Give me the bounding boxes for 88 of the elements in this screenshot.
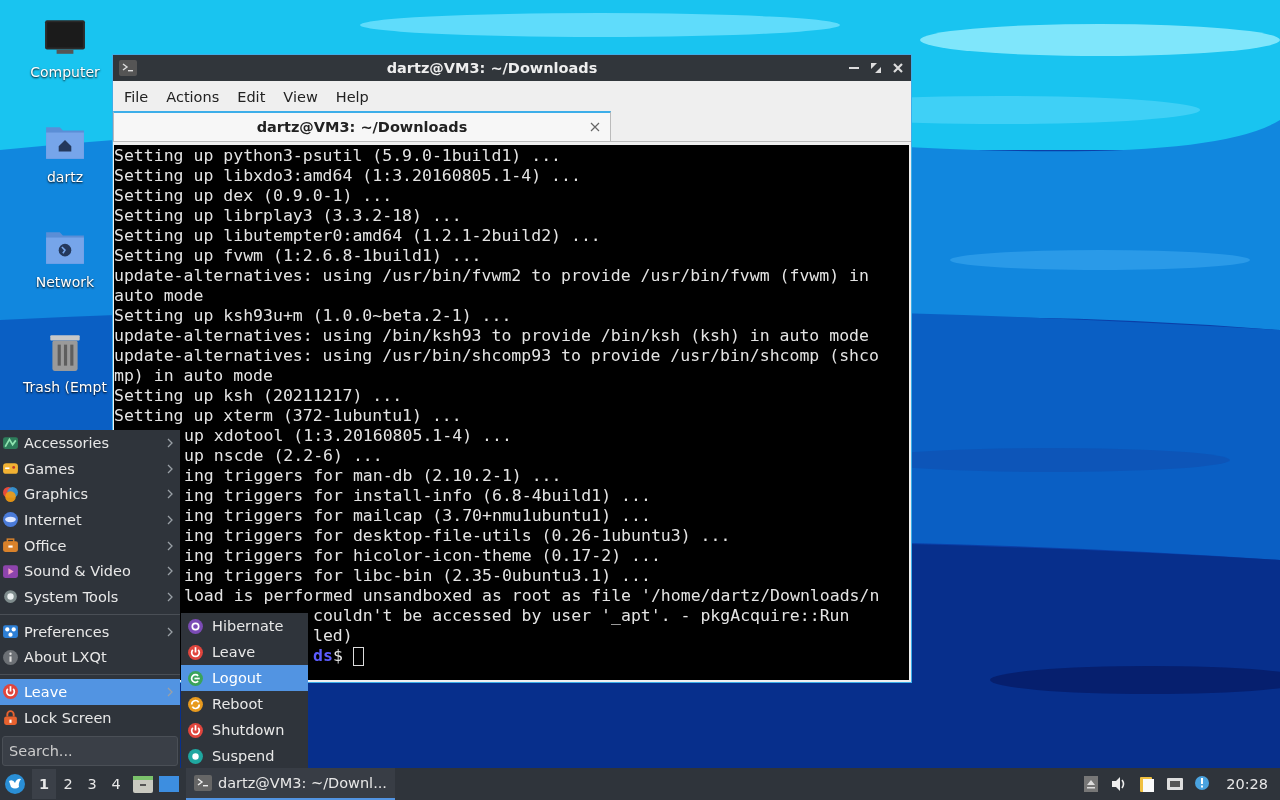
terminal-line: Setting up python3-psutil (5.9.0-1build1) ...: [114, 146, 562, 165]
terminal-line: Setting up ksh93u+m (1.0.0~beta.2-1) ...: [114, 306, 512, 325]
terminal-line: ing triggers for libc-bin (2.35-0ubuntu3.1) ...: [184, 566, 651, 585]
globe-icon: [2, 511, 19, 529]
close-icon[interactable]: [590, 122, 600, 132]
menu-item[interactable]: Office: [0, 532, 180, 559]
terminal-line: Setting up librplay3 (3.3.2-18) ...: [114, 206, 462, 225]
logout-icon: [187, 669, 204, 687]
hibernate-icon: [187, 617, 204, 635]
dots-icon: [2, 623, 19, 640]
menu-item[interactable]: Internet: [0, 507, 180, 533]
menu-item[interactable]: About LXQt: [0, 644, 180, 671]
menu-item[interactable]: Reboot: [181, 691, 308, 717]
terminal-line: Setting up ksh (20211217) ...: [114, 386, 403, 405]
terminal-line: Setting up xterm (372-1ubuntu1) ...: [114, 406, 462, 425]
close-button[interactable]: [891, 61, 905, 75]
desktop-icon-label[interactable]: dartz: [46, 169, 84, 185]
menu-item[interactable]: Help: [326, 87, 378, 107]
workspace-button[interactable]: 4: [104, 769, 128, 799]
menu-item[interactable]: Shutdown: [181, 717, 308, 743]
media-icon: [2, 562, 19, 580]
menu-item[interactable]: Hibernate: [181, 613, 308, 639]
menu-item[interactable]: Sound & Video: [0, 558, 180, 585]
menu-item[interactable]: Accessories: [0, 430, 180, 456]
gamepad-icon: [2, 460, 19, 477]
terminal-line: Setting up libxdo3:amd64 (1:3.20160805.1-4) ...: [114, 166, 581, 185]
terminal-line: couldn't be accessed by user '_apt'. - pkgAcquire::Run: [313, 606, 850, 625]
terminal-line: ing triggers for install-info (6.8-4build1) ...: [184, 486, 651, 505]
window-title: dartz@VM3: ~/Downloads: [385, 60, 599, 76]
terminal-line: Setting up libutempter0:amd64 (1.2.1-2build2) ...: [114, 226, 601, 245]
desktop-icon-label[interactable]: Trash (Empt: [23, 379, 107, 395]
terminal-line: update-alternatives: using /usr/bin/shcomp93 to provide /usr/bin/shcomp (shco: [114, 346, 879, 365]
desktop-icon-label[interactable]: Network: [35, 274, 95, 290]
menu-item[interactable]: File: [115, 87, 158, 107]
power-icon: [2, 683, 19, 701]
terminal-line: up xdotool (1:3.20160805.1-4) ...: [184, 426, 512, 445]
menu-item[interactable]: Leave: [181, 639, 308, 665]
color-circles-icon: [2, 485, 19, 503]
info-icon: [2, 648, 19, 666]
terminal-line: ing triggers for desktop-file-utils (0.26-1ubuntu3) ...: [184, 526, 731, 545]
text-cursor: [352, 647, 364, 666]
workspace-button[interactable]: 3: [80, 769, 104, 799]
menu-item[interactable]: Suspend: [181, 743, 308, 769]
eject-icon[interactable]: [1082, 775, 1101, 793]
terminal-line: ing triggers for man-db (2.10.2-1) ...: [184, 466, 562, 485]
terminal-line: ing triggers for mailcap (3.70+nmu1ubuntu1) ...: [184, 506, 651, 525]
network-icon[interactable]: [1166, 775, 1185, 793]
workspace-button[interactable]: 1: [32, 769, 56, 799]
menu-item[interactable]: Edit: [228, 87, 275, 107]
terminal-tab[interactable]: dartz@VM3: ~/Downloads: [113, 111, 611, 141]
terminal-line: Setting up fvwm (1:2.6.8-1build1) ...: [114, 246, 482, 265]
clock[interactable]: 20:28: [1226, 776, 1268, 792]
terminal-line: update-alternatives: using /bin/ksh93 to provide /bin/ksh (ksh) in auto mode: [114, 326, 869, 345]
terminal-line: Setting up dex (0.9.0-1) ...: [114, 186, 393, 205]
menu-item[interactable]: Graphics: [0, 481, 180, 507]
terminal-line: load is performed unsandboxed as root as file '/home/dartz/Downloads/n: [184, 586, 880, 605]
menu-item[interactable]: Games: [0, 455, 180, 482]
menu-item[interactable]: Preferences: [0, 618, 180, 645]
lock-icon: [2, 709, 19, 726]
menu-item[interactable]: View: [274, 87, 327, 107]
desktop-icon[interactable]: [158, 774, 180, 794]
workspace-button[interactable]: 2: [56, 769, 80, 799]
prompt-symbol: $: [332, 646, 343, 665]
terminal-line: update-alternatives: using /usr/bin/fvwm2 to provide /usr/bin/fvwm (fvwm) in: [114, 266, 869, 285]
terminal-icon: [194, 775, 212, 791]
terminal-line: ing triggers for hicolor-icon-theme (0.17-2) ...: [184, 546, 661, 565]
reboot-icon: [187, 695, 204, 713]
gear-icon: [2, 588, 19, 606]
terminal-line: led): [313, 626, 353, 645]
file-cabinet-icon[interactable]: [132, 774, 154, 794]
terminal-line: mp) in auto mode: [114, 366, 273, 385]
menu-item[interactable]: Actions: [157, 87, 229, 107]
search-field[interactable]: Search...: [2, 736, 178, 766]
clipboard-icon[interactable]: [1138, 775, 1157, 793]
task-button[interactable]: dartz@VM3: ~/Downl...: [186, 768, 395, 800]
terminal-line: auto mode: [114, 286, 204, 305]
briefcase-icon: [2, 537, 19, 554]
prompt-path: ds: [313, 646, 333, 665]
menu-item[interactable]: System Tools: [0, 584, 180, 610]
bird-icon[interactable]: [4, 773, 26, 795]
terminal-line: up nscde (2.2-6) ...: [184, 446, 383, 465]
power-icon: [187, 721, 204, 739]
power-icon: [187, 643, 204, 661]
restore-icon[interactable]: [869, 61, 883, 75]
terminal-icon: [119, 60, 137, 76]
suspend-icon: [187, 747, 204, 765]
graph-icon: [2, 434, 19, 452]
menu-item[interactable]: Lock Screen: [0, 704, 180, 731]
